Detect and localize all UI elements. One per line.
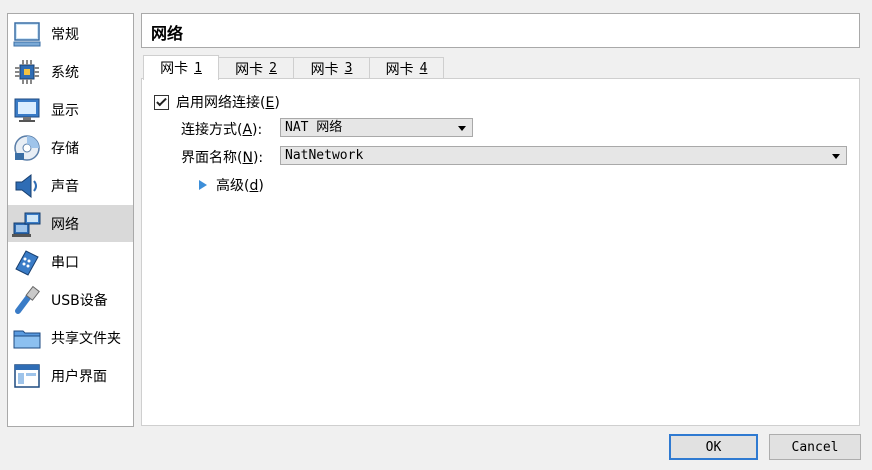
tab-adapter-2[interactable]: 网卡 2 bbox=[218, 57, 294, 79]
sidebar-item-label: 共享文件夹 bbox=[51, 330, 121, 347]
tab-adapter-4[interactable]: 网卡 4 bbox=[369, 57, 444, 79]
chevron-down-icon bbox=[458, 126, 466, 131]
tab-label: 网卡 bbox=[235, 61, 264, 78]
adapter-name-select[interactable]: NatNetwork bbox=[280, 146, 847, 165]
monitor-general-icon bbox=[13, 22, 41, 47]
sidebar-item-general[interactable]: 常规 bbox=[8, 15, 133, 52]
sidebar-item-label: 系统 bbox=[51, 64, 79, 81]
ok-button[interactable]: OK bbox=[669, 434, 758, 460]
attached-to-label: 连接方式(A): bbox=[181, 122, 263, 138]
sidebar-item-label: 用户界面 bbox=[51, 368, 107, 385]
page-title: 网络 bbox=[151, 24, 184, 43]
adapter-name-value: NatNetwork bbox=[285, 148, 364, 163]
sidebar-item-network[interactable]: 网络 bbox=[8, 205, 133, 242]
enable-adapter-label: 启用网络连接(E) bbox=[176, 95, 280, 111]
sidebar-item-shared-folders[interactable]: 共享文件夹 bbox=[8, 319, 133, 356]
sidebar-item-user-interface[interactable]: 用户界面 bbox=[8, 357, 133, 394]
tab-label: 网卡 bbox=[160, 61, 189, 77]
cancel-button[interactable]: Cancel bbox=[769, 434, 861, 460]
attached-to-select[interactable]: NAT 网络 bbox=[280, 118, 473, 137]
tab-number: 1 bbox=[194, 60, 202, 76]
enable-adapter-row[interactable]: 启用网络连接(E) bbox=[154, 92, 280, 112]
network-icon bbox=[12, 212, 41, 237]
sidebar-item-label: 网络 bbox=[51, 216, 79, 233]
advanced-toggle[interactable]: 高级(d) bbox=[199, 175, 264, 195]
tab-adapter-1[interactable]: 网卡 1 bbox=[143, 55, 219, 80]
speaker-icon bbox=[15, 173, 37, 199]
advanced-label: 高级(d) bbox=[216, 178, 264, 194]
sidebar-item-label: 声音 bbox=[51, 178, 79, 195]
chip-system-icon bbox=[15, 60, 39, 84]
adapter-name-label: 界面名称(N): bbox=[181, 150, 264, 166]
usb-icon bbox=[15, 285, 40, 314]
sidebar-item-storage[interactable]: 存储 bbox=[8, 129, 133, 166]
settings-sidebar: 常规 系统 显示 存储 声音 网络 串口 USB设备 共享文件夹 用户界面 bbox=[7, 13, 134, 427]
tab-number: 3 bbox=[344, 61, 353, 76]
tab-label: 网卡 bbox=[385, 61, 414, 78]
serial-port-icon bbox=[15, 250, 39, 276]
attached-to-value: NAT 网络 bbox=[285, 120, 343, 135]
tab-adapter-3[interactable]: 网卡 3 bbox=[293, 57, 370, 79]
sidebar-item-label: 显示 bbox=[51, 102, 79, 119]
sidebar-item-display[interactable]: 显示 bbox=[8, 91, 133, 128]
page-title-box: 网络 bbox=[141, 13, 860, 48]
sidebar-item-label: 存储 bbox=[51, 140, 79, 157]
tab-number: 2 bbox=[269, 61, 277, 76]
tab-number: 4 bbox=[419, 61, 428, 76]
chevron-down-icon bbox=[832, 154, 840, 159]
sidebar-item-system[interactable]: 系统 bbox=[8, 53, 133, 90]
sidebar-item-label: 常规 bbox=[51, 26, 79, 43]
sidebar-item-label: USB设备 bbox=[51, 292, 108, 309]
shared-folder-icon bbox=[13, 330, 41, 349]
sidebar-item-serial-ports[interactable]: 串口 bbox=[8, 243, 133, 280]
enable-adapter-checkbox[interactable] bbox=[154, 94, 169, 110]
sidebar-item-usb[interactable]: USB设备 bbox=[8, 281, 133, 318]
user-interface-icon bbox=[14, 364, 40, 388]
sidebar-item-label: 串口 bbox=[51, 254, 79, 271]
display-icon bbox=[14, 98, 40, 122]
adapter-panel: 启用网络连接(E) 连接方式(A): NAT 网络 界面名称(N): NatNe… bbox=[141, 78, 860, 426]
sidebar-item-audio[interactable]: 声音 bbox=[8, 167, 133, 204]
expand-triangle-icon bbox=[199, 180, 207, 190]
storage-disk-icon bbox=[14, 135, 40, 161]
tab-label: 网卡 bbox=[310, 61, 339, 78]
